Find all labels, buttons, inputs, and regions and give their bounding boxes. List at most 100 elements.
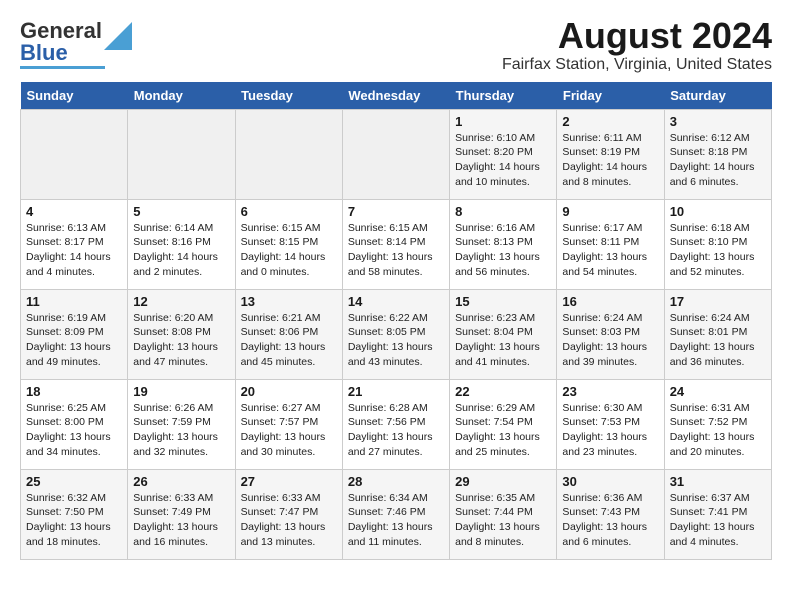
title-section: August 2024 Fairfax Station, Virginia, U… <box>502 16 772 74</box>
day-info: Sunrise: 6:12 AM Sunset: 8:18 PM Dayligh… <box>670 131 766 190</box>
day-info: Sunrise: 6:23 AM Sunset: 8:04 PM Dayligh… <box>455 311 551 370</box>
table-row <box>21 109 128 199</box>
day-info: Sunrise: 6:25 AM Sunset: 8:00 PM Dayligh… <box>26 401 122 460</box>
page-header: General Blue August 2024 Fairfax Station… <box>20 16 772 74</box>
table-row: 4 Sunrise: 6:13 AM Sunset: 8:17 PM Daylig… <box>21 199 128 289</box>
table-row <box>342 109 449 199</box>
day-info: Sunrise: 6:17 AM Sunset: 8:11 PM Dayligh… <box>562 221 658 280</box>
day-info: Sunrise: 6:21 AM Sunset: 8:06 PM Dayligh… <box>241 311 337 370</box>
table-row <box>128 109 235 199</box>
day-info: Sunrise: 6:33 AM Sunset: 7:47 PM Dayligh… <box>241 491 337 550</box>
day-number: 21 <box>348 384 444 399</box>
table-row: 13 Sunrise: 6:21 AM Sunset: 8:06 PM Dayli… <box>235 289 342 379</box>
day-number: 17 <box>670 294 766 309</box>
day-info: Sunrise: 6:26 AM Sunset: 7:59 PM Dayligh… <box>133 401 229 460</box>
table-row: 18 Sunrise: 6:25 AM Sunset: 8:00 PM Dayli… <box>21 379 128 469</box>
table-row: 9 Sunrise: 6:17 AM Sunset: 8:11 PM Daylig… <box>557 199 664 289</box>
day-number: 22 <box>455 384 551 399</box>
day-info: Sunrise: 6:20 AM Sunset: 8:08 PM Dayligh… <box>133 311 229 370</box>
table-row: 22 Sunrise: 6:29 AM Sunset: 7:54 PM Dayli… <box>450 379 557 469</box>
day-number: 15 <box>455 294 551 309</box>
day-info: Sunrise: 6:32 AM Sunset: 7:50 PM Dayligh… <box>26 491 122 550</box>
day-number: 20 <box>241 384 337 399</box>
day-number: 3 <box>670 114 766 129</box>
day-info: Sunrise: 6:13 AM Sunset: 8:17 PM Dayligh… <box>26 221 122 280</box>
logo-blue: Blue <box>20 40 68 65</box>
col-monday: Monday <box>128 82 235 110</box>
day-number: 18 <box>26 384 122 399</box>
table-row: 29 Sunrise: 6:35 AM Sunset: 7:44 PM Dayli… <box>450 469 557 559</box>
logo-underline <box>20 66 105 69</box>
col-tuesday: Tuesday <box>235 82 342 110</box>
day-number: 2 <box>562 114 658 129</box>
day-info: Sunrise: 6:11 AM Sunset: 8:19 PM Dayligh… <box>562 131 658 190</box>
day-number: 4 <box>26 204 122 219</box>
table-row: 30Sunrise: 6:36 AM Sunset: 7:43 PM Dayli… <box>557 469 664 559</box>
day-number: 24 <box>670 384 766 399</box>
day-info: Sunrise: 6:15 AM Sunset: 8:15 PM Dayligh… <box>241 221 337 280</box>
day-info: Sunrise: 6:30 AM Sunset: 7:53 PM Dayligh… <box>562 401 658 460</box>
day-number: 26 <box>133 474 229 489</box>
day-info: Sunrise: 6:33 AM Sunset: 7:49 PM Dayligh… <box>133 491 229 550</box>
table-row: 26 Sunrise: 6:33 AM Sunset: 7:49 PM Dayli… <box>128 469 235 559</box>
table-row: 25 Sunrise: 6:32 AM Sunset: 7:50 PM Dayli… <box>21 469 128 559</box>
table-row: 5Sunrise: 6:14 AM Sunset: 8:16 PM Daylig… <box>128 199 235 289</box>
table-row: 27 Sunrise: 6:33 AM Sunset: 7:47 PM Dayli… <box>235 469 342 559</box>
day-number: 25 <box>26 474 122 489</box>
table-row: 1Sunrise: 6:10 AM Sunset: 8:20 PM Daylig… <box>450 109 557 199</box>
table-row <box>235 109 342 199</box>
table-row: 10Sunrise: 6:18 AM Sunset: 8:10 PM Dayli… <box>664 199 771 289</box>
day-number: 6 <box>241 204 337 219</box>
day-info: Sunrise: 6:15 AM Sunset: 8:14 PM Dayligh… <box>348 221 444 280</box>
month-title: August 2024 <box>502 16 772 56</box>
table-row: 17 Sunrise: 6:24 AM Sunset: 8:01 PM Dayli… <box>664 289 771 379</box>
logo: General Blue <box>20 20 132 69</box>
logo-text: General Blue <box>20 20 102 64</box>
day-number: 1 <box>455 114 551 129</box>
day-number: 23 <box>562 384 658 399</box>
table-row: 23 Sunrise: 6:30 AM Sunset: 7:53 PM Dayli… <box>557 379 664 469</box>
table-row: 11 Sunrise: 6:19 AM Sunset: 8:09 PM Dayli… <box>21 289 128 379</box>
calendar-week-row: 1Sunrise: 6:10 AM Sunset: 8:20 PM Daylig… <box>21 109 772 199</box>
day-number: 13 <box>241 294 337 309</box>
day-info: Sunrise: 6:19 AM Sunset: 8:09 PM Dayligh… <box>26 311 122 370</box>
day-number: 16 <box>562 294 658 309</box>
day-info: Sunrise: 6:14 AM Sunset: 8:16 PM Dayligh… <box>133 221 229 280</box>
table-row: 16Sunrise: 6:24 AM Sunset: 8:03 PM Dayli… <box>557 289 664 379</box>
day-info: Sunrise: 6:31 AM Sunset: 7:52 PM Dayligh… <box>670 401 766 460</box>
day-number: 9 <box>562 204 658 219</box>
col-sunday: Sunday <box>21 82 128 110</box>
day-number: 29 <box>455 474 551 489</box>
day-number: 31 <box>670 474 766 489</box>
table-row: 14Sunrise: 6:22 AM Sunset: 8:05 PM Dayli… <box>342 289 449 379</box>
table-row: 15 Sunrise: 6:23 AM Sunset: 8:04 PM Dayli… <box>450 289 557 379</box>
table-row: 19Sunrise: 6:26 AM Sunset: 7:59 PM Dayli… <box>128 379 235 469</box>
col-friday: Friday <box>557 82 664 110</box>
day-info: Sunrise: 6:37 AM Sunset: 7:41 PM Dayligh… <box>670 491 766 550</box>
table-row: 7 Sunrise: 6:15 AM Sunset: 8:14 PM Daylig… <box>342 199 449 289</box>
day-info: Sunrise: 6:22 AM Sunset: 8:05 PM Dayligh… <box>348 311 444 370</box>
table-row: 6 Sunrise: 6:15 AM Sunset: 8:15 PM Daylig… <box>235 199 342 289</box>
day-info: Sunrise: 6:34 AM Sunset: 7:46 PM Dayligh… <box>348 491 444 550</box>
day-info: Sunrise: 6:28 AM Sunset: 7:56 PM Dayligh… <box>348 401 444 460</box>
table-row: 28Sunrise: 6:34 AM Sunset: 7:46 PM Dayli… <box>342 469 449 559</box>
table-row: 21 Sunrise: 6:28 AM Sunset: 7:56 PM Dayli… <box>342 379 449 469</box>
logo-arrow-icon <box>104 22 132 50</box>
day-info: Sunrise: 6:36 AM Sunset: 7:43 PM Dayligh… <box>562 491 658 550</box>
day-number: 27 <box>241 474 337 489</box>
calendar-week-row: 25 Sunrise: 6:32 AM Sunset: 7:50 PM Dayli… <box>21 469 772 559</box>
day-info: Sunrise: 6:35 AM Sunset: 7:44 PM Dayligh… <box>455 491 551 550</box>
table-row: 12 Sunrise: 6:20 AM Sunset: 8:08 PM Dayli… <box>128 289 235 379</box>
day-info: Sunrise: 6:29 AM Sunset: 7:54 PM Dayligh… <box>455 401 551 460</box>
day-number: 11 <box>26 294 122 309</box>
day-number: 7 <box>348 204 444 219</box>
table-row: 20Sunrise: 6:27 AM Sunset: 7:57 PM Dayli… <box>235 379 342 469</box>
day-info: Sunrise: 6:18 AM Sunset: 8:10 PM Dayligh… <box>670 221 766 280</box>
day-number: 12 <box>133 294 229 309</box>
day-info: Sunrise: 6:24 AM Sunset: 8:01 PM Dayligh… <box>670 311 766 370</box>
calendar-week-row: 4 Sunrise: 6:13 AM Sunset: 8:17 PM Daylig… <box>21 199 772 289</box>
table-row: 24 Sunrise: 6:31 AM Sunset: 7:52 PM Dayli… <box>664 379 771 469</box>
calendar-week-row: 18 Sunrise: 6:25 AM Sunset: 8:00 PM Dayli… <box>21 379 772 469</box>
table-row: 3 Sunrise: 6:12 AM Sunset: 8:18 PM Daylig… <box>664 109 771 199</box>
col-wednesday: Wednesday <box>342 82 449 110</box>
